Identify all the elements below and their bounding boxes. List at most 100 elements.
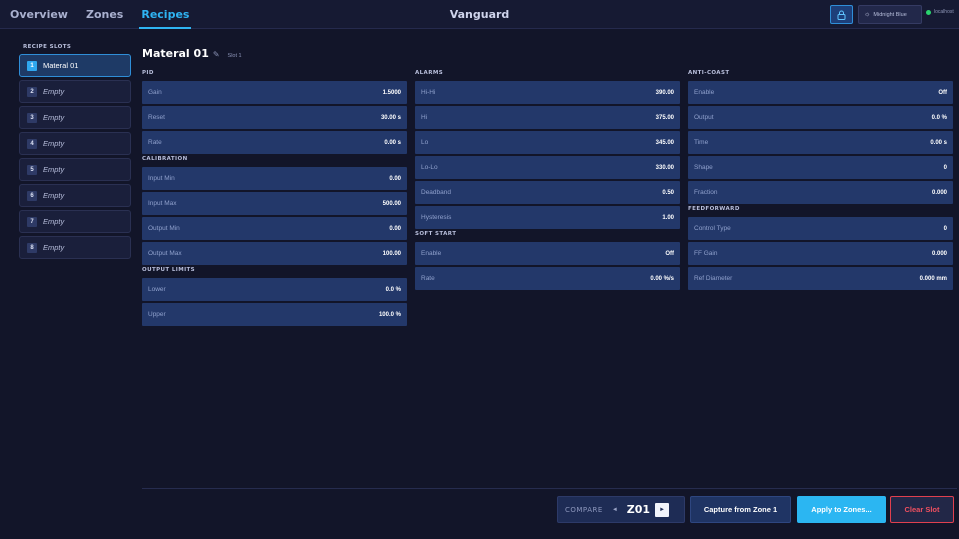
field-value: 0.000 xyxy=(931,189,947,196)
field-anti-coast-shape[interactable]: Shape 0 xyxy=(688,156,953,179)
main-nav: Overview Zones Recipes xyxy=(8,0,192,29)
field-label: Reset xyxy=(148,114,165,121)
field-value: 0.00 %/s xyxy=(650,275,674,282)
slot-number: 4 xyxy=(27,138,37,149)
field-label: Time xyxy=(694,139,709,146)
field-pid-gain[interactable]: Gain 1.5000 xyxy=(142,81,407,104)
field-value: 0.00 s xyxy=(930,139,947,146)
lock-button[interactable] xyxy=(830,5,853,24)
field-label: Input Min xyxy=(148,175,175,182)
recipe-slot-8[interactable]: 8 Empty xyxy=(19,236,131,259)
tab-recipes[interactable]: Recipes xyxy=(139,8,192,29)
field-pid-reset[interactable]: Reset 30.00 s xyxy=(142,106,407,129)
edit-icon[interactable]: ✎ xyxy=(213,50,220,59)
field-ff-ref-diameter[interactable]: Ref Diameter 0.000 mm xyxy=(688,267,953,290)
field-input-max[interactable]: Input Max 500.00 xyxy=(142,192,407,215)
recipe-slot-1[interactable]: 1 Materal 01 xyxy=(19,54,131,77)
field-value: Off xyxy=(665,250,674,257)
field-value: 375.00 xyxy=(655,114,674,121)
field-label: Input Max xyxy=(148,200,177,207)
field-label: FF Gain xyxy=(694,250,718,257)
field-anti-coast-time[interactable]: Time 0.00 s xyxy=(688,131,953,154)
field-label: Enable xyxy=(694,89,715,96)
field-value: 0.00 s xyxy=(384,139,401,146)
slot-name: Empty xyxy=(43,243,65,252)
connection-status: localhost xyxy=(926,9,954,15)
field-soft-start-enable[interactable]: Enable Off xyxy=(415,242,680,265)
recipe-slot-5[interactable]: 5 Empty xyxy=(19,158,131,181)
field-label: Gain xyxy=(148,89,162,96)
field-value: 1.00 xyxy=(662,214,674,221)
sun-icon: ☼ xyxy=(864,11,871,18)
field-alarm-deadband[interactable]: Deadband 0.50 xyxy=(415,181,680,204)
field-value: 0.0 % xyxy=(931,114,947,121)
slot-name: Empty xyxy=(43,165,65,174)
field-alarm-lo-lo[interactable]: Lo-Lo 330.00 xyxy=(415,156,680,179)
clear-slot-button[interactable]: Clear Slot xyxy=(890,496,954,523)
capture-from-zone-button[interactable]: Capture from Zone 1 xyxy=(690,496,791,523)
field-label: Hi xyxy=(421,114,428,121)
slot-name: Empty xyxy=(43,113,65,122)
compare-next-button[interactable]: ► xyxy=(655,502,670,517)
field-value: 0.00 xyxy=(389,225,401,232)
field-value: 30.00 s xyxy=(380,114,401,121)
field-label: Shape xyxy=(694,164,713,171)
section-feedforward-title: FEEDFORWARD xyxy=(688,206,740,212)
field-label: Hi-Hi xyxy=(421,89,436,96)
tab-overview[interactable]: Overview xyxy=(8,8,70,21)
compare-prev-button[interactable]: ◄ xyxy=(608,503,622,517)
field-output-lower[interactable]: Lower 0.0 % xyxy=(142,278,407,301)
slot-number: 2 xyxy=(27,86,37,97)
field-value: 100.00 xyxy=(382,250,401,257)
footer-divider xyxy=(142,488,957,489)
theme-selector[interactable]: ☼ Midnight Blue xyxy=(858,5,922,24)
apply-to-zones-button[interactable]: Apply to Zones... xyxy=(797,496,886,523)
field-output-min[interactable]: Output Min 0.00 xyxy=(142,217,407,240)
section-calibration-title: CALIBRATION xyxy=(142,156,188,162)
field-alarm-hysteresis[interactable]: Hysteresis 1.00 xyxy=(415,206,680,229)
field-value: 0.0 % xyxy=(385,286,401,293)
slot-number: 1 xyxy=(27,60,37,71)
field-label: Rate xyxy=(421,275,435,282)
field-pid-rate[interactable]: Rate 0.00 s xyxy=(142,131,407,154)
field-anti-coast-fraction[interactable]: Fraction 0.000 xyxy=(688,181,953,204)
field-value: 0.000 mm xyxy=(919,275,947,282)
field-value: 330.00 xyxy=(655,164,674,171)
recipe-slot-3[interactable]: 3 Empty xyxy=(19,106,131,129)
field-value: 0.000 xyxy=(931,250,947,257)
field-output-max[interactable]: Output Max 100.00 xyxy=(142,242,407,265)
field-value: 0 xyxy=(943,225,947,232)
field-alarm-lo[interactable]: Lo 345.00 xyxy=(415,131,680,154)
top-bar: Overview Zones Recipes Vanguard ☼ Midnig… xyxy=(0,0,959,29)
field-output-upper[interactable]: Upper 100.0 % xyxy=(142,303,407,326)
slot-name: Empty xyxy=(43,191,65,200)
field-value: 345.00 xyxy=(655,139,674,146)
field-ff-gain[interactable]: FF Gain 0.000 xyxy=(688,242,953,265)
field-alarm-hi[interactable]: Hi 375.00 xyxy=(415,106,680,129)
recipe-slot-6[interactable]: 6 Empty xyxy=(19,184,131,207)
field-soft-start-rate[interactable]: Rate 0.00 %/s xyxy=(415,267,680,290)
slot-tag: Slot 1 xyxy=(227,53,242,59)
field-ff-control-type[interactable]: Control Type 0 xyxy=(688,217,953,240)
recipe-slot-7[interactable]: 7 Empty xyxy=(19,210,131,233)
recipe-slot-4[interactable]: 4 Empty xyxy=(19,132,131,155)
field-label: Fraction xyxy=(694,189,718,196)
slot-number: 8 xyxy=(27,242,37,253)
section-output-limits-title: OUTPUT LIMITS xyxy=(142,267,196,273)
lock-icon xyxy=(837,10,846,20)
recipe-slot-2[interactable]: 2 Empty xyxy=(19,80,131,103)
section-alarms-title: ALARMS xyxy=(415,70,444,76)
field-anti-coast-enable[interactable]: Enable Off xyxy=(688,81,953,104)
section-pid-title: PID xyxy=(142,70,154,76)
field-label: Hysteresis xyxy=(421,214,452,221)
slot-number: 7 xyxy=(27,216,37,227)
tab-zones[interactable]: Zones xyxy=(84,8,125,21)
slot-number: 3 xyxy=(27,112,37,123)
field-label: Lower xyxy=(148,286,166,293)
field-anti-coast-output[interactable]: Output 0.0 % xyxy=(688,106,953,129)
field-input-min[interactable]: Input Min 0.00 xyxy=(142,167,407,190)
slot-name: Materal 01 xyxy=(43,61,79,70)
field-value: 0.50 xyxy=(662,189,674,196)
slot-number: 5 xyxy=(27,164,37,175)
field-alarm-hi-hi[interactable]: Hi-Hi 390.00 xyxy=(415,81,680,104)
